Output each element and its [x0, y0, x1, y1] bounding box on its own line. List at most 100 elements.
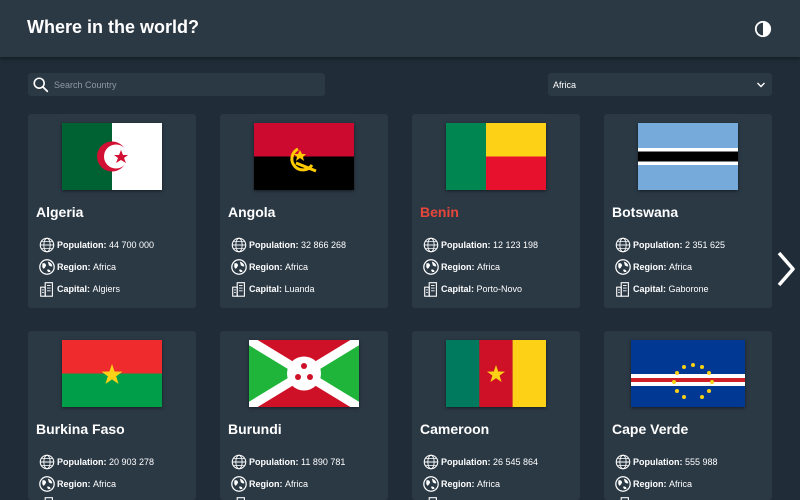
region-row: Region: Africa	[230, 258, 308, 276]
country-card-botswana[interactable]: Botswana Population: 2 351 625 Region: A…	[604, 114, 772, 308]
country-name: Benin	[420, 204, 459, 220]
capital-row: Capital: Algiers	[38, 280, 120, 298]
earth-icon	[231, 259, 247, 275]
region-row: Region: Africa	[422, 475, 500, 493]
population-value: 11 890 781	[301, 457, 346, 467]
earth-icon	[39, 476, 55, 492]
capital-row: Capital: Porto-Novo	[422, 280, 522, 298]
country-name: Botswana	[612, 204, 679, 220]
population-value: 32 866 268	[301, 240, 347, 250]
chevron-right-icon[interactable]	[774, 250, 798, 288]
country-card-benin[interactable]: Benin Population: 12 123 198 Region: Afr…	[412, 114, 580, 308]
globe-icon	[615, 237, 631, 253]
population-value: 44 700 000	[109, 240, 155, 250]
capital-row	[230, 495, 249, 500]
population-row: Population: 26 545 864	[422, 453, 538, 471]
population-row: Population: 11 890 781	[230, 453, 345, 471]
algeria-flag	[62, 123, 162, 190]
burkina-faso-flag	[62, 340, 162, 407]
country-card-algeria[interactable]: Algeria Population: 44 700 000 Region: A…	[28, 114, 196, 308]
chevron-down-icon	[756, 80, 766, 90]
region-value: Africa	[669, 262, 693, 272]
region-value: Africa	[669, 479, 693, 489]
building-icon	[616, 282, 629, 297]
benin-flag	[446, 123, 546, 190]
capital-value: Porto-Novo	[476, 284, 523, 294]
country-card-cape-verde[interactable]: Cape Verde Population: 555 988 Region: A…	[604, 331, 772, 500]
population-value: 555 988	[685, 457, 718, 467]
population-value: 12 123 198	[493, 240, 539, 250]
region-row: Region: Africa	[614, 475, 692, 493]
region-value: Africa	[477, 262, 501, 272]
capital-row	[38, 495, 57, 500]
population-value: 26 545 864	[493, 457, 539, 467]
angola-flag	[254, 123, 354, 190]
capital-value: Luanda	[284, 284, 315, 294]
population-row: Population: 12 123 198	[422, 236, 538, 254]
search-input[interactable]	[54, 79, 314, 90]
region-row: Region: Africa	[422, 258, 500, 276]
population-row: Population: 32 866 268	[230, 236, 346, 254]
earth-icon	[423, 259, 439, 275]
region-value: Africa	[93, 262, 117, 272]
country-card-burkina-faso[interactable]: Burkina Faso Population: 20 903 278 Regi…	[28, 331, 196, 500]
population-value: 20 903 278	[109, 457, 155, 467]
building-icon	[236, 497, 245, 500]
population-row: Population: 555 988	[614, 453, 718, 471]
capital-row	[614, 495, 633, 500]
region-value: Africa	[93, 479, 117, 489]
country-card-angola[interactable]: Angola Population: 32 866 268 Region: Af…	[220, 114, 388, 308]
globe-icon	[39, 454, 55, 470]
globe-icon	[231, 454, 247, 470]
cameroon-flag	[446, 340, 546, 407]
globe-icon	[615, 454, 631, 470]
region-filter-value: Africa	[553, 79, 577, 90]
building-icon	[428, 497, 437, 500]
globe-icon	[423, 237, 439, 253]
building-icon	[40, 282, 53, 297]
country-name: Cameroon	[420, 421, 490, 437]
region-value: Africa	[285, 479, 309, 489]
earth-icon	[615, 476, 631, 492]
country-name: Algeria	[36, 204, 84, 220]
botswana-flag	[638, 123, 738, 190]
population-row: Population: 2 351 625	[614, 236, 725, 254]
earth-icon	[39, 259, 55, 275]
capital-row	[422, 495, 441, 500]
country-name: Burundi	[228, 421, 282, 437]
population-row: Population: 44 700 000	[38, 236, 154, 254]
capital-value: Gaborone	[668, 284, 709, 294]
region-value: Africa	[285, 262, 309, 272]
capital-row: Capital: Luanda	[230, 280, 315, 298]
contrast-icon[interactable]	[754, 20, 772, 38]
globe-icon	[39, 237, 55, 253]
app-title: Where in the world?	[27, 17, 200, 37]
region-row: Region: Africa	[614, 258, 692, 276]
building-icon	[232, 282, 245, 297]
country-name: Burkina Faso	[36, 421, 125, 437]
cape-verde-flag	[631, 340, 745, 407]
earth-icon	[615, 259, 631, 275]
globe-icon	[231, 237, 247, 253]
region-row: Region: Africa	[38, 258, 116, 276]
search-box[interactable]	[28, 73, 325, 96]
country-card-cameroon[interactable]: Cameroon Population: 26 545 864 Region: …	[412, 331, 580, 500]
region-row: Region: Africa	[38, 475, 116, 493]
population-row: Population: 20 903 278	[38, 453, 154, 471]
region-row: Region: Africa	[230, 475, 308, 493]
burundi-flag	[249, 340, 359, 407]
earth-icon	[231, 476, 247, 492]
building-icon	[424, 282, 437, 297]
capital-value: Algiers	[92, 284, 121, 294]
country-name: Angola	[228, 204, 276, 220]
region-value: Africa	[477, 479, 501, 489]
header-bar: Where in the world?	[0, 0, 800, 57]
population-value: 2 351 625	[685, 240, 726, 250]
region-filter-select[interactable]: Africa	[548, 73, 772, 96]
country-name: Cape Verde	[612, 421, 689, 437]
country-card-burundi[interactable]: Burundi Population: 11 890 781 Region: A…	[220, 331, 388, 500]
building-icon	[620, 497, 629, 500]
capital-row: Capital: Gaborone	[614, 280, 709, 298]
building-icon	[44, 497, 53, 500]
earth-icon	[423, 476, 439, 492]
